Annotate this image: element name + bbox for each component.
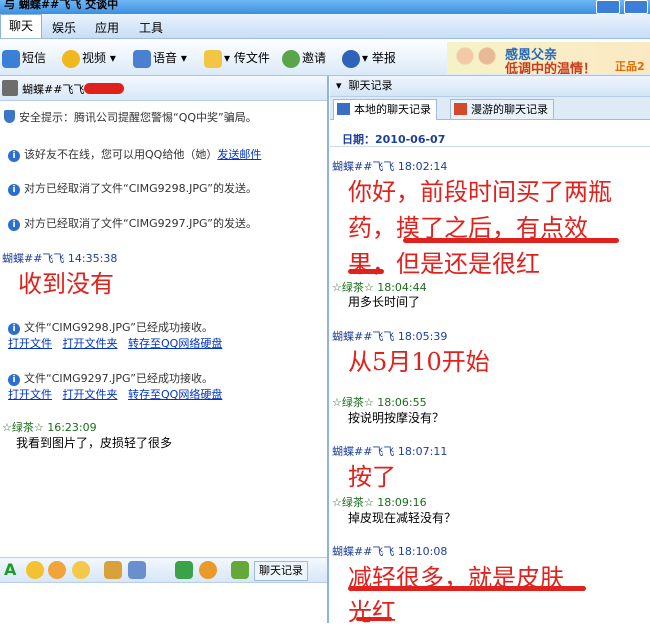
file-actions: 打开文件 打开文件夹 转存至QQ网络硬盘 [8,335,222,351]
history-tabs: 本地的聊天记录 漫游的聊天记录 [330,97,650,120]
send-file-button[interactable]: ▾ 传文件 [204,48,270,68]
history-pane: ▾ 聊天记录 本地的聊天记录 漫游的聊天记录 日期：2010-06-07 蝴蝶#… [330,76,650,626]
contact-header: 蝴蝶##飞飞 [0,76,327,101]
open-file-link[interactable]: 打开文件 [8,337,52,350]
voice-button[interactable]: 语音 ▾ [133,48,187,68]
file-cancel-notice: i 对方已经取消了文件“CIMG9297.JPG”的发送。 [8,215,257,231]
highlight-underline [348,586,586,591]
history-sender: ☆绿茶☆ 18:06:55 [332,396,427,409]
menu-chat[interactable]: 聊天 [0,14,43,38]
ad-banner[interactable]: 感恩父亲 低调中的温情！ 正品2 [447,42,650,74]
history-text: 按说明按摩没有？ [348,411,445,425]
report-button[interactable]: ▾ 举报 [342,48,396,68]
shield-icon [4,110,15,123]
history-text: 掉皮现在减轻没有？ [348,511,457,525]
message-sender: ☆绿茶☆ 16:23:09 [2,421,97,434]
handwritten-message: 从5月10开始 [348,348,490,376]
handwritten-message: 按了 [348,463,396,491]
handwritten-message: 光红 [348,598,396,626]
font-icon[interactable]: A [4,561,22,579]
collapse-icon[interactable]: ▾ [336,79,342,92]
history-header: ▾ 聊天记录 [330,76,650,97]
menu-apps[interactable]: 应用 [95,19,119,36]
report-icon [342,49,360,68]
chat-history-button[interactable]: 聊天记录 [254,561,308,581]
ring-icon[interactable] [199,561,217,579]
minimize-button[interactable] [596,0,620,14]
tab-local-history[interactable]: 本地的聊天记录 [333,99,437,120]
sms-button[interactable]: 短信 [2,48,46,68]
menu-tools[interactable]: 工具 [139,19,163,36]
file-actions: 打开文件 打开文件夹 转存至QQ网络硬盘 [8,386,222,402]
highlight-underline [356,617,392,621]
file-received-notice: i 文件“CIMG9298.JPG”已经成功接收。 [8,319,213,335]
sms-icon [2,49,20,68]
file-received-notice: i 文件“CIMG9297.JPG”已经成功接收。 [8,370,213,386]
info-icon: i [8,323,20,335]
ad-people-image [451,44,501,74]
input-toolbar: A 聊天记录 [0,557,327,583]
invite-icon [282,49,300,68]
open-folder-link[interactable]: 打开文件夹 [63,388,118,401]
message-input[interactable] [0,583,327,623]
security-tip: 安全提示：腾讯公司提醒您警惕“QQ中奖”骗局。 [4,109,257,125]
roaming-history-icon [454,103,467,115]
voice-icon [133,49,151,68]
history-sender: ☆绿茶☆ 18:09:16 [332,496,427,509]
video-icon [62,49,80,68]
info-icon: i [8,219,20,231]
file-cancel-notice: i 对方已经取消了文件“CIMG9298.JPG”的发送。 [8,180,257,196]
save-to-disk-link[interactable]: 转存至QQ网络硬盘 [128,337,222,350]
menu-bar: 聊天 娱乐 应用 工具 [0,14,650,39]
menu-entertainment[interactable]: 娱乐 [52,19,76,36]
window-title: 与 蝴蝶##飞飞 交谈中 [4,0,119,11]
message-text: 我看到图片了，皮损轻了很多 [16,436,173,450]
ad-subline: 低调中的温情！ [505,62,597,74]
history-sender: 蝴蝶##飞飞 18:10:08 [332,545,448,558]
app-grid-icon[interactable] [231,561,249,579]
contact-name: 蝴蝶##飞飞 [22,83,85,96]
save-to-disk-link[interactable]: 转存至QQ网络硬盘 [128,388,222,401]
highlight-underline [403,238,619,243]
emoji-icon[interactable] [26,561,44,579]
handwritten-message: 收到没有 [18,270,114,298]
tab-roaming-history[interactable]: 漫游的聊天记录 [450,99,554,119]
ad-tag: 正品2 [615,60,645,73]
info-icon: i [8,184,20,196]
divider [330,146,650,147]
open-folder-link[interactable]: 打开文件夹 [63,337,118,350]
info-icon: i [8,150,20,162]
redaction-mark [84,83,124,94]
offline-notice: i 该好友不在线，您可以用QQ给他（她）发送邮件 [8,146,261,162]
history-date: 日期：2010-06-07 [342,133,446,146]
invite-button[interactable]: 邀请 [282,48,326,68]
handwritten-message: 你好，前段时间买了两瓶 [348,178,612,206]
send-image-icon[interactable] [104,561,122,579]
open-file-link[interactable]: 打开文件 [8,388,52,401]
music-icon[interactable] [175,561,193,579]
highlight-underline [348,269,384,274]
video-button[interactable]: 视频 ▾ [62,48,116,68]
conversation-pane: 蝴蝶##飞飞 安全提示：腾讯公司提醒您警惕“QQ中奖”骗局。 i 该好友不在线，您… [0,76,329,623]
contact-avatar [2,80,18,96]
local-history-icon [337,103,350,115]
maximize-button[interactable] [624,0,648,14]
screenshot-icon[interactable] [128,561,146,579]
info-icon: i [8,374,20,386]
history-text: 用多长时间了 [348,295,421,309]
send-email-link[interactable]: 发送邮件 [217,148,261,161]
window-title-bar: 与 蝴蝶##飞飞 交谈中 [0,0,650,14]
shake-icon[interactable] [72,561,90,579]
send-file-icon [204,49,222,68]
magic-emoji-icon[interactable] [48,561,66,579]
